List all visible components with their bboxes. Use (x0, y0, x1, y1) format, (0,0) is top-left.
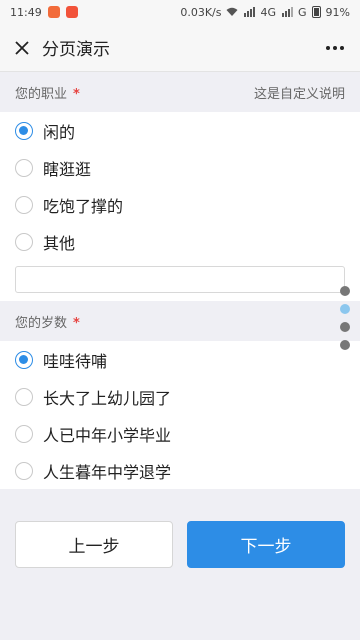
page-dot-active-icon[interactable] (340, 304, 350, 314)
page-dot-icon[interactable] (340, 286, 350, 296)
app-notification-icon (47, 6, 60, 18)
status-bar: 11:49 0.03K/s 4G G 91% (0, 0, 360, 24)
nav-bar: 分页演示 (0, 24, 360, 72)
network-speed: 0.03K/s (180, 5, 222, 19)
next-step-button[interactable]: 下一步 (187, 521, 345, 568)
radio-unchecked-icon[interactable] (15, 424, 33, 443)
radio-option[interactable]: 瞎逛逛 (0, 149, 360, 186)
status-time: 11:49 (10, 5, 42, 19)
more-button[interactable] (320, 36, 350, 60)
other-text-input[interactable] (15, 266, 345, 293)
radio-option[interactable]: 长大了上幼儿园了 (0, 378, 360, 415)
page-indicator (340, 286, 350, 350)
radio-option[interactable]: 闲的 (0, 112, 360, 149)
radio-unchecked-icon[interactable] (15, 195, 33, 214)
radio-unchecked-icon[interactable] (15, 158, 33, 177)
question-label: 您的岁数 (15, 315, 68, 331)
radio-checked-icon[interactable] (15, 121, 33, 140)
step-buttons: 上一步 下一步 (15, 521, 345, 568)
status-left: 11:49 (10, 6, 78, 19)
radio-option[interactable]: 哇哇待哺 (0, 341, 360, 378)
status-right: 0.03K/s 4G G 91% (180, 6, 350, 19)
radio-checked-icon[interactable] (15, 350, 33, 369)
more-dot-icon (326, 45, 330, 50)
other-input-wrapper (0, 260, 360, 301)
network-type: 4G (260, 5, 277, 19)
radio-option[interactable]: 其他 (0, 223, 360, 260)
battery-icon (311, 6, 321, 18)
signal-icon (244, 7, 256, 17)
option-label: 其他 (43, 233, 76, 253)
age-options: 哇哇待哺 长大了上幼儿园了 人已中年小学毕业 人生暮年中学退学 (0, 341, 360, 489)
option-label: 长大了上幼儿园了 (43, 388, 172, 408)
close-button[interactable] (10, 36, 34, 60)
network-type-2: G (298, 5, 307, 19)
wifi-icon (226, 7, 238, 16)
radio-unchecked-icon[interactable] (15, 387, 33, 406)
question-description: 这是自定义说明 (253, 86, 345, 102)
question-label: 您的职业 (15, 86, 68, 102)
option-label: 哇哇待哺 (43, 351, 108, 371)
option-label: 吃饱了撑的 (43, 196, 124, 216)
page-title: 分页演示 (42, 40, 110, 60)
option-label: 瞎逛逛 (43, 159, 92, 179)
more-dot-icon (340, 45, 344, 50)
page-dot-icon[interactable] (340, 322, 350, 332)
radio-option[interactable]: 吃饱了撑的 (0, 186, 360, 223)
question-header-occupation: 您的职业 * 这是自定义说明 (0, 72, 360, 112)
close-icon (15, 40, 29, 55)
page-dot-icon[interactable] (340, 340, 350, 350)
required-mark: * (73, 315, 80, 331)
signal-icon-2 (282, 7, 294, 17)
radio-option[interactable]: 人生暮年中学退学 (0, 452, 360, 489)
app-notification-icon-2 (65, 6, 78, 18)
radio-unchecked-icon[interactable] (15, 461, 33, 480)
option-label: 闲的 (43, 122, 76, 142)
more-dot-icon (333, 45, 337, 50)
battery-level: 91% (325, 5, 350, 19)
occupation-options: 闲的 瞎逛逛 吃饱了撑的 其他 (0, 112, 360, 301)
required-mark: * (73, 86, 80, 102)
question-header-age: 您的岁数 * (0, 301, 360, 341)
radio-unchecked-icon[interactable] (15, 232, 33, 251)
prev-step-button[interactable]: 上一步 (15, 521, 173, 568)
option-label: 人已中年小学毕业 (43, 425, 172, 445)
option-label: 人生暮年中学退学 (43, 462, 172, 482)
radio-option[interactable]: 人已中年小学毕业 (0, 415, 360, 452)
